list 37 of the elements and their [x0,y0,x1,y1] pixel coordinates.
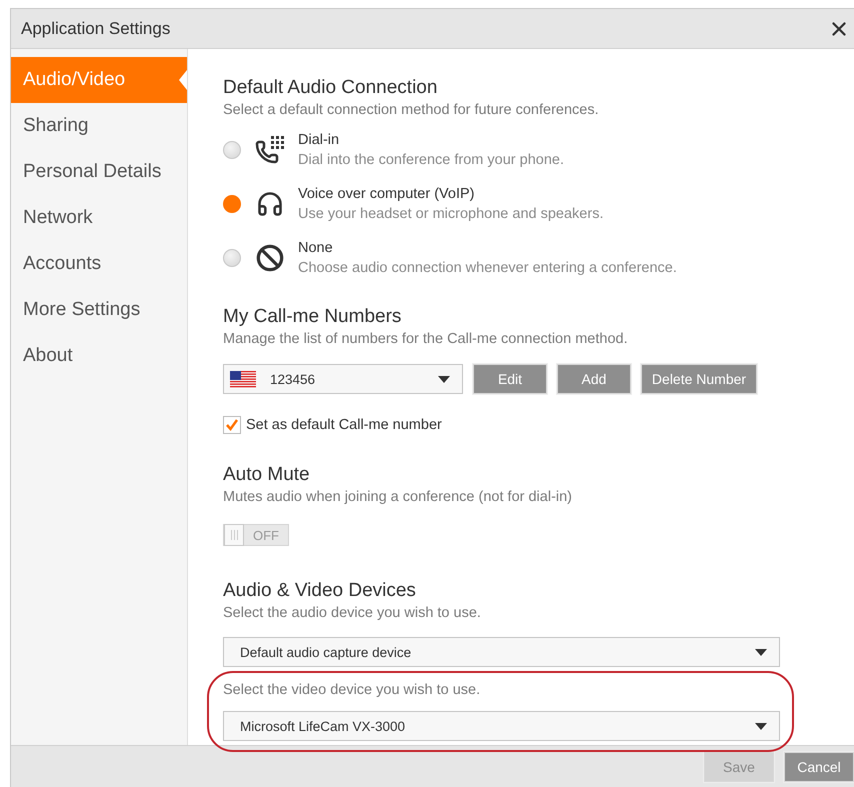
radio-button[interactable] [223,195,241,213]
option-title: None [298,239,334,258]
radio-button[interactable] [223,141,241,159]
flag-icon [230,370,256,388]
sidebar-item[interactable]: More Settings [11,287,187,333]
section-heading: Audio & Video Devices [223,580,416,602]
section-subtitle: Select the audio device you wish to use. [223,604,481,623]
audio-device-dropdown[interactable]: Default audio capture device [223,637,780,667]
sidebar-item[interactable]: Sharing [11,103,187,149]
sidebar-item[interactable]: About [11,333,187,379]
option-description: Use your headset or microphone and speakers. [298,205,604,224]
option-description: Dial into the conference from your phone. [298,151,564,170]
section-heading: Auto Mute [223,464,310,486]
checkbox[interactable] [223,416,241,434]
sidebar-item[interactable]: Personal Details [11,149,187,195]
option-description: Choose audio connection whenever entering a conference. [298,259,677,278]
phone-keypad-icon [255,135,285,165]
sidebar-item[interactable]: Accounts [11,241,187,287]
window-title: Application Settings [21,18,170,38]
section-subtitle: Select a default connection method for future conferences. [223,101,599,120]
caret-icon [755,648,767,656]
number-dropdown[interactable]: 123456 [223,364,463,394]
option-title: Dial-in [298,131,340,150]
option-title: Voice over computer (VoIP) [298,185,476,204]
video-device-dropdown[interactable]: Microsoft LifeCam VX-3000 [223,711,780,741]
sidebar-item[interactable]: Network [11,195,187,241]
section-subtitle: Mutes audio when joining a conference (not for dial-in) [223,488,572,507]
section-subtitle: Manage the list of numbers for the Call-me connection method. [223,330,628,349]
caret-icon [755,722,767,730]
radio-button[interactable] [223,249,241,267]
section-heading: My Call-me Numbers [223,306,402,328]
section-subtitle: Select the video device you wish to use. [223,681,482,700]
headset-icon [255,189,285,219]
prohibited-icon [255,243,285,273]
section-heading: Default Audio Connection [223,77,438,99]
checkbox-label: Set as default Call-me number [246,417,442,433]
caret-icon [438,376,450,382]
